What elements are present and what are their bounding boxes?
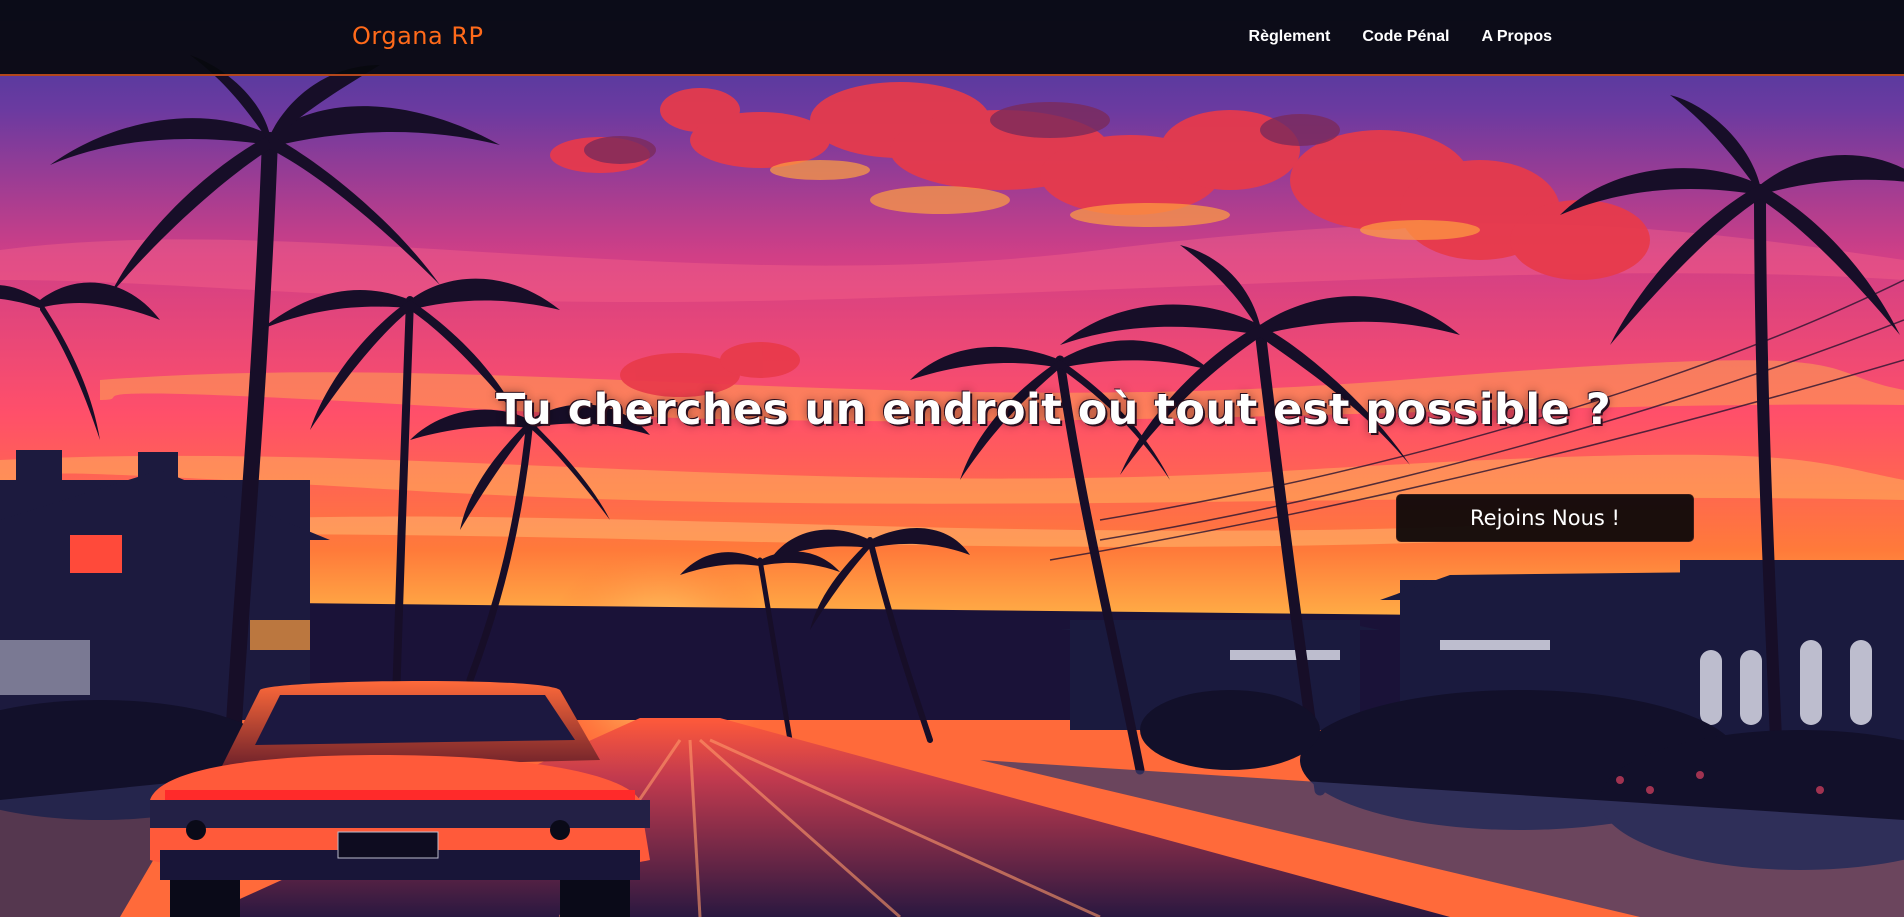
join-us-button[interactable]: Rejoins Nous ! [1396,494,1694,542]
nav-link-code-penal[interactable]: Code Pénal [1362,28,1449,46]
brand-logo-link[interactable]: Organa RP [352,22,483,50]
nav-link-reglement[interactable]: Règlement [1249,28,1331,46]
top-navbar: Organa RP Règlement Code Pénal A Propos [0,0,1904,76]
hero-section [0,0,1904,917]
hero-headline: Tu cherches un endroit où tout est possi… [496,385,1612,435]
hero-background-illustration [0,0,1904,917]
nav-link-a-propos[interactable]: A Propos [1481,28,1552,46]
nav-links: Règlement Code Pénal A Propos [1249,28,1552,46]
